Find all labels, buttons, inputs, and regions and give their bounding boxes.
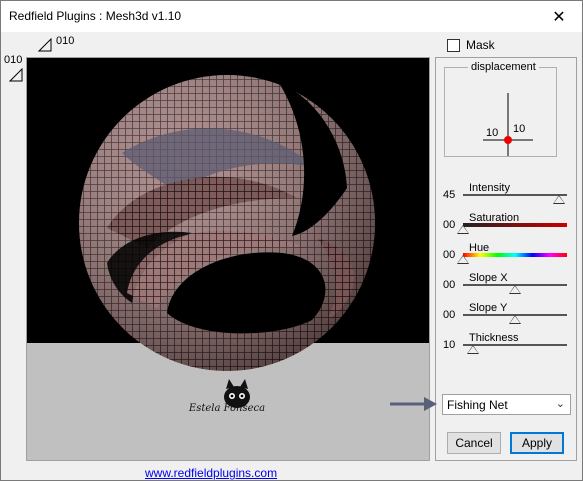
cancel-button[interactable]: Cancel — [447, 432, 501, 454]
chevron-down-icon[interactable]: ⌄ — [556, 397, 565, 410]
mask-checkbox-box[interactable] — [447, 38, 460, 52]
plugin-window: Redfield Plugins : Mesh3d v1.10 ✕ 010 01… — [0, 0, 583, 481]
top-marker-icon[interactable] — [38, 38, 52, 52]
top-marker-value: 010 — [56, 35, 75, 47]
saturation-track[interactable] — [463, 223, 567, 227]
saturation-thumb[interactable] — [457, 225, 469, 234]
hue-value: 00 — [443, 249, 456, 261]
slope-y-thumb[interactable] — [509, 315, 521, 324]
thickness-label: Thickness — [469, 332, 519, 344]
intensity-slider[interactable]: 45 Intensity — [436, 182, 576, 210]
intensity-thumb[interactable] — [552, 195, 565, 204]
apply-button[interactable]: Apply — [510, 432, 564, 454]
slope-x-label: Slope X — [469, 272, 508, 284]
left-marker-value: 010 — [4, 54, 23, 66]
hue-thumb[interactable] — [457, 255, 469, 264]
slope-y-value: 00 — [443, 309, 456, 321]
mesh-render: Estela Fonseca — [79, 75, 375, 414]
pattern-select-value: Fishing Net — [447, 398, 508, 412]
website-link[interactable]: www.redfieldplugins.com — [145, 466, 277, 480]
mask-label: Mask — [466, 38, 495, 52]
pattern-select[interactable]: Fishing Net ⌄ — [442, 394, 571, 415]
thickness-value: 10 — [443, 339, 456, 351]
displacement-x-value: 10 — [486, 127, 499, 139]
thickness-slider[interactable]: 10 Thickness — [436, 332, 576, 360]
intensity-track[interactable] — [463, 194, 567, 196]
slope-y-slider[interactable]: 00 Slope Y — [436, 302, 576, 330]
thickness-thumb[interactable] — [467, 345, 480, 354]
window-title: Redfield Plugins : Mesh3d v1.10 — [9, 9, 182, 23]
mask-checkbox[interactable]: Mask — [447, 38, 495, 52]
watermark-text: Estela Fonseca — [188, 403, 265, 414]
pointer-arrow-icon — [390, 397, 437, 411]
close-button[interactable]: ✕ — [536, 1, 582, 32]
preview-area[interactable]: Estela Fonseca — [26, 57, 430, 461]
title-bar: Redfield Plugins : Mesh3d v1.10 ✕ — [1, 1, 582, 32]
displacement-y-value: 10 — [513, 123, 526, 135]
displacement-crosshair-icon[interactable] — [445, 68, 558, 158]
left-marker-icon[interactable] — [9, 68, 23, 82]
saturation-value: 00 — [443, 219, 456, 231]
intensity-label: Intensity — [469, 182, 510, 194]
hue-track[interactable] — [463, 253, 567, 257]
slope-x-slider[interactable]: 00 Slope X — [436, 272, 576, 300]
slope-y-label: Slope Y — [469, 302, 508, 314]
slope-x-value: 00 — [443, 279, 456, 291]
slope-x-thumb[interactable] — [509, 285, 521, 294]
intensity-value: 45 — [443, 189, 456, 201]
displacement-group[interactable]: displacement 10 10 — [444, 61, 558, 158]
saturation-slider[interactable]: 00 Saturation — [436, 212, 576, 240]
hue-slider[interactable]: 00 Hue — [436, 242, 576, 270]
